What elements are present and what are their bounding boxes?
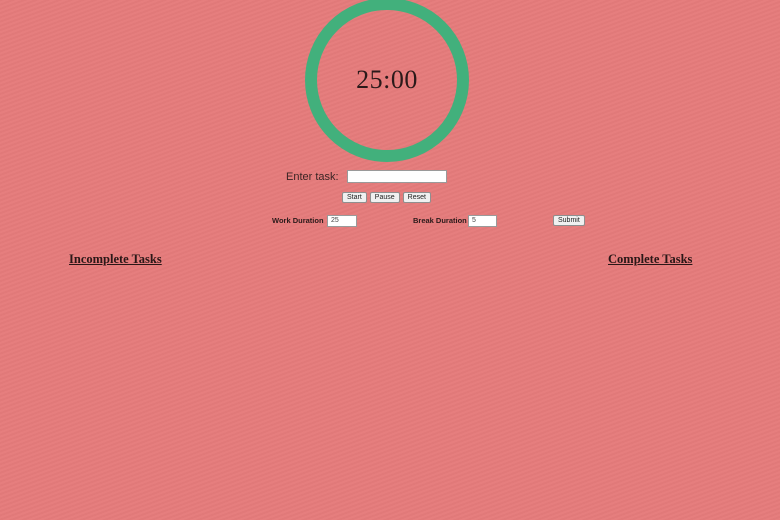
- timer-display: 25:00: [356, 65, 418, 94]
- task-label: Enter task:: [286, 170, 339, 183]
- reset-button[interactable]: Reset: [402, 192, 431, 203]
- work-duration-label: Work Duration: [272, 216, 324, 225]
- pause-button[interactable]: Pause: [369, 192, 400, 203]
- submit-button[interactable]: Submit: [553, 215, 585, 226]
- break-duration-input[interactable]: [468, 215, 497, 227]
- complete-tasks-heading: Complete Tasks: [608, 252, 693, 266]
- break-duration-label: Break Duration: [413, 216, 467, 225]
- task-entry-row: Enter task:: [286, 170, 447, 183]
- timer-controls: Start Pause Reset: [342, 192, 431, 203]
- incomplete-tasks-heading: Incomplete Tasks: [69, 252, 162, 266]
- start-button[interactable]: Start: [342, 192, 367, 203]
- timer-ring: 25:00: [305, 0, 469, 162]
- work-duration-input[interactable]: [327, 215, 357, 227]
- task-input[interactable]: [346, 170, 447, 183]
